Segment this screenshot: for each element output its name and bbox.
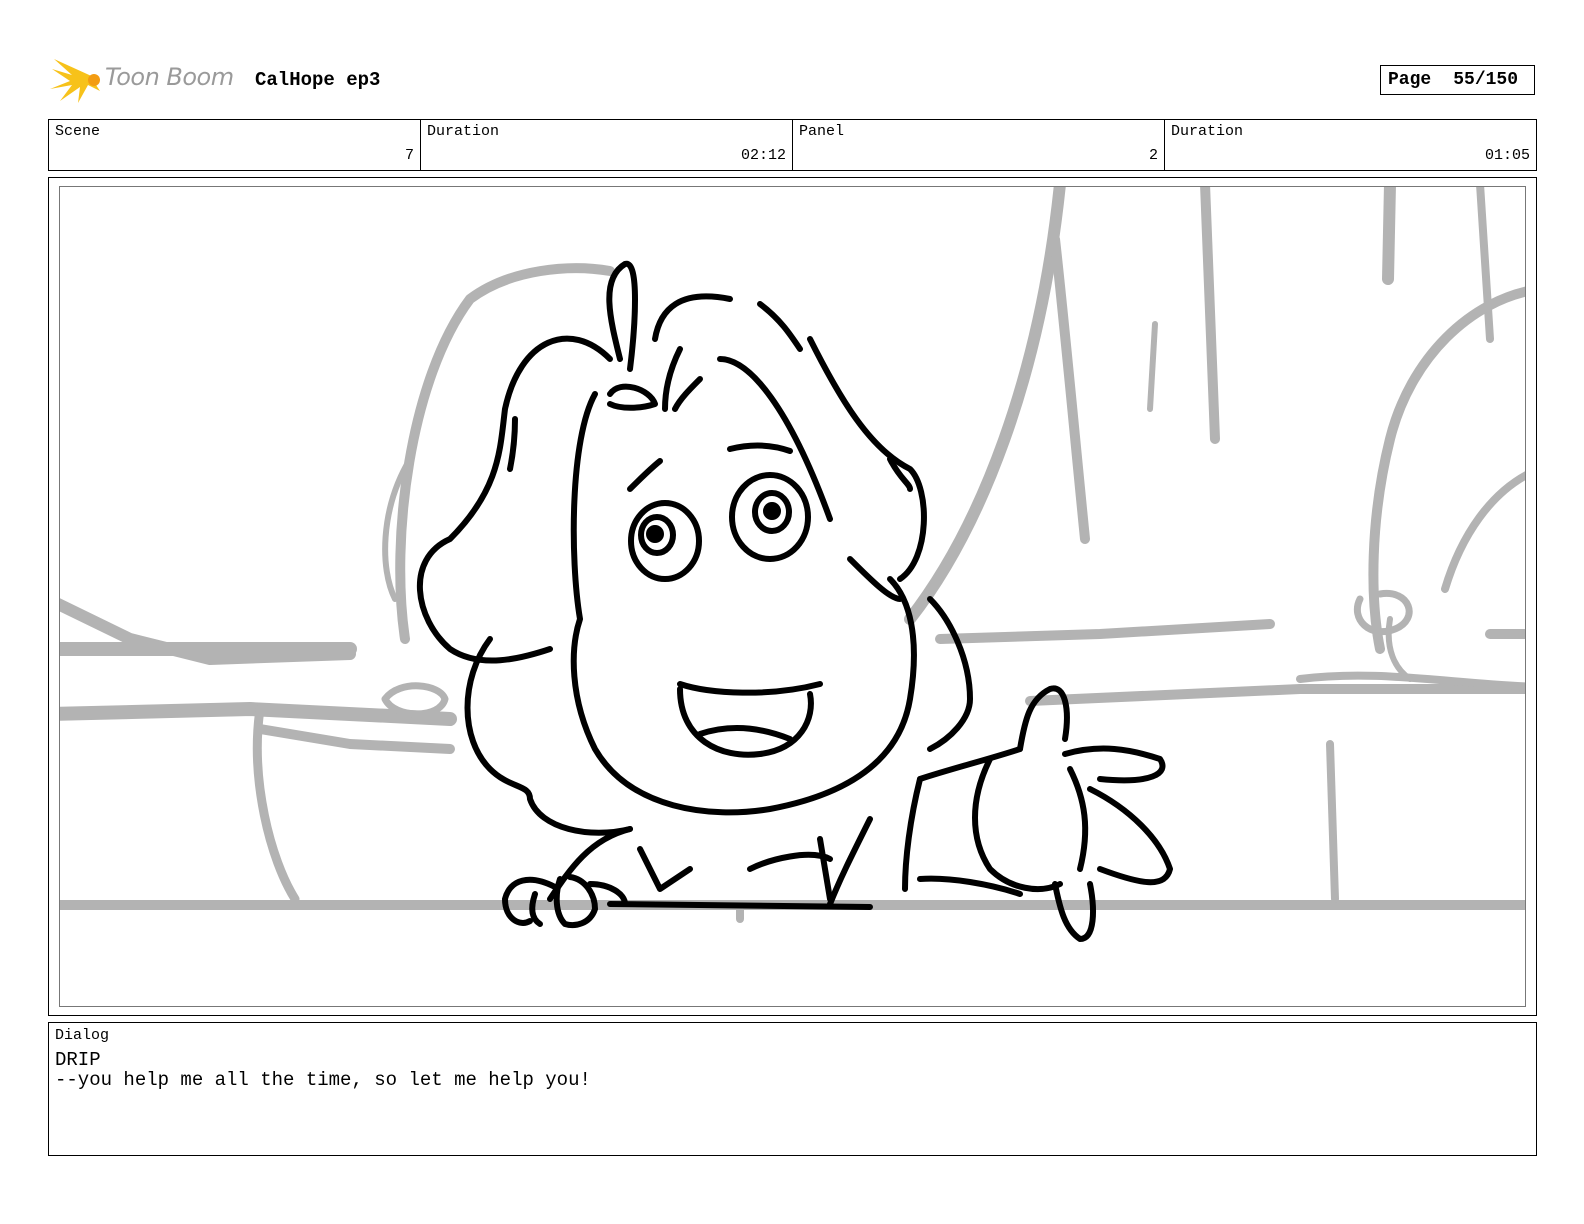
storyboard-panel-image [59,186,1526,1007]
scene-label: Scene [55,123,101,140]
page-label: Page [1388,70,1432,90]
project-title: CalHope ep3 [255,69,381,91]
panel-info-row: Scene 7 Duration 02:12 Panel 2 Duration … [48,119,1537,171]
scene-cell: Scene 7 [49,120,421,170]
scene-value: 7 [404,147,414,164]
panel-value: 2 [1148,147,1158,164]
toon-boom-logo: Toon Boom [50,55,240,105]
dialog-label: Dialog [55,1027,110,1044]
panel-duration-label: Duration [1171,123,1244,140]
page-number: 55/150 [1453,70,1519,90]
scene-duration-cell: Duration 02:12 [421,120,793,170]
sketch-drawing [60,187,1525,942]
storyboard-panel-frame [48,177,1537,1016]
panel-label: Panel [799,123,845,140]
scene-duration-label: Duration [427,123,500,140]
dialog-line: --you help me all the time, so let me he… [55,1069,591,1091]
brand-name: Toon Boom [105,63,234,91]
dialog-box: Dialog DRIP --you help me all the time, … [48,1022,1537,1156]
dialog-speaker: DRIP [55,1049,101,1071]
starburst-icon [50,59,100,103]
panel-duration-cell: Duration 01:05 [1165,120,1536,170]
page-indicator: Page 55/150 [1380,65,1535,95]
panel-duration-value: 01:05 [1484,147,1530,164]
scene-duration-value: 02:12 [740,147,786,164]
panel-cell: Panel 2 [793,120,1165,170]
